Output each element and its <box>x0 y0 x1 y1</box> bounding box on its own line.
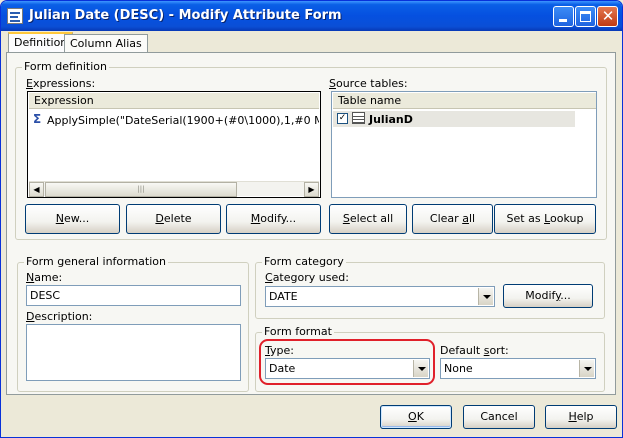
tab-column-alias[interactable]: Column Alias <box>64 34 148 53</box>
description-label-rest: escription: <box>34 310 93 323</box>
chevron-down-icon[interactable] <box>478 288 493 305</box>
form-icon <box>7 8 23 24</box>
minimize-icon <box>559 19 567 22</box>
table-row-label: JulianD <box>369 113 413 126</box>
delete-button-rest: elete <box>163 212 192 225</box>
ok-button[interactable]: OK <box>380 405 452 429</box>
dialog-window: Julian Date (DESC) - Modify Attribute Fo… <box>0 0 623 438</box>
tab-column-alias-label: Column Alias <box>70 37 142 50</box>
source-tables-label: Source tables: <box>329 77 408 90</box>
scroll-left-icon[interactable]: ◀ <box>29 182 44 197</box>
cancel-button[interactable]: Cancel <box>463 405 535 429</box>
table-column-header[interactable]: Table name <box>333 93 577 109</box>
expression-column-header[interactable]: Expression <box>29 93 319 109</box>
select-all-button-rest: elect all <box>349 212 394 225</box>
table-row[interactable]: ✓ JulianD <box>333 111 575 127</box>
category-used-label-rest: ategory used: <box>272 271 349 284</box>
set-as-lookup-button[interactable]: Set as Lookup <box>494 204 596 234</box>
expressions-hscrollbar[interactable]: ◀ ||| ▶ <box>29 181 319 197</box>
scroll-right-icon[interactable]: ▶ <box>304 182 319 197</box>
expressions-label: Expressions: <box>26 77 96 90</box>
category-modify-button[interactable]: Modify... <box>503 284 593 308</box>
minimize-button[interactable] <box>553 6 574 27</box>
window-title: Julian Date (DESC) - Modify Attribute Fo… <box>29 8 342 23</box>
source-tables-list[interactable]: Table name ✓ JulianD <box>331 91 597 198</box>
modify-button[interactable]: Modify... <box>226 204 321 234</box>
default-sort-select[interactable]: None <box>440 358 596 379</box>
new-button[interactable]: New... <box>25 204 120 234</box>
description-label: Description: <box>26 310 93 323</box>
name-label-rest: ame: <box>34 271 63 284</box>
form-general-title: Form general information <box>24 255 168 268</box>
close-button[interactable]: ✕ <box>597 6 618 27</box>
category-used-value: DATE <box>269 290 298 303</box>
table-checkbox[interactable]: ✓ <box>337 113 348 124</box>
table-icon <box>352 112 365 124</box>
form-definition-title: Form definition <box>22 60 109 73</box>
expressions-label-rest: xpressions: <box>32 77 96 90</box>
expressions-list[interactable]: Expression Σ ApplySimple("DateSerial(190… <box>27 91 321 198</box>
close-icon: ✕ <box>601 7 615 25</box>
default-sort-value: None <box>444 362 473 375</box>
clear-all-button[interactable]: Clear all <box>412 204 493 234</box>
name-label: Name: <box>26 271 63 284</box>
sigma-icon: Σ <box>33 112 42 126</box>
modify-button-rest: odify... <box>260 212 297 225</box>
form-format-title: Form format <box>262 325 334 338</box>
chevron-down-icon[interactable] <box>579 360 594 377</box>
delete-button[interactable]: Delete <box>126 204 221 234</box>
source-tables-label-rest: ource tables: <box>335 77 408 90</box>
expression-row[interactable]: ApplySimple("DateSerial(1900+(#0\1000),1… <box>47 114 319 127</box>
table-column-header-filler <box>577 93 596 109</box>
default-sort-label: Default sort: <box>440 344 509 357</box>
type-highlight-annotation <box>259 339 435 385</box>
maximize-button[interactable] <box>575 6 596 27</box>
help-button[interactable]: Help <box>545 405 617 429</box>
form-category-title: Form category <box>262 255 346 268</box>
cancel-button-label: Cancel <box>480 410 518 423</box>
name-field[interactable]: DESC <box>26 285 241 306</box>
category-used-label: Category used: <box>265 271 349 284</box>
select-all-button[interactable]: Select all <box>329 204 407 234</box>
title-bar[interactable]: Julian Date (DESC) - Modify Attribute Fo… <box>1 1 622 31</box>
scroll-thumb[interactable]: ||| <box>45 182 237 197</box>
new-button-rest: ew... <box>63 212 90 225</box>
category-used-select[interactable]: DATE <box>265 286 495 307</box>
maximize-icon <box>580 11 591 22</box>
description-field[interactable] <box>26 324 241 381</box>
tab-definition-label: Definition <box>14 36 68 49</box>
